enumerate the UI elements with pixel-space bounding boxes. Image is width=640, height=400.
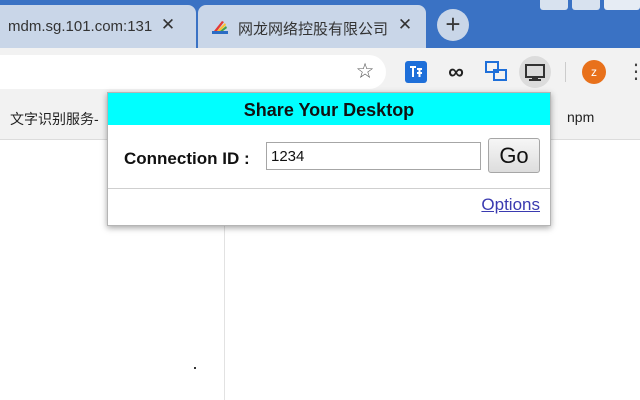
options-link[interactable]: Options [481, 195, 540, 215]
maximize-button[interactable] [572, 0, 600, 10]
share-desktop-extension-button[interactable] [519, 56, 551, 88]
popup-title: Share Your Desktop [243, 100, 415, 120]
popup-divider [108, 188, 550, 189]
browser-window: mdm.sg.101.com:131 ✕ 网龙网络控股有限公司 ✕ + ☆ ∞ [0, 0, 640, 400]
profile-avatar[interactable]: z [582, 60, 606, 84]
bookmark-item-npm[interactable]: npm [567, 109, 594, 125]
tab-mdm[interactable]: mdm.sg.101.com:131 ✕ [0, 5, 196, 48]
close-window-button[interactable] [604, 0, 640, 10]
close-tab-icon[interactable]: ✕ [158, 15, 178, 35]
bookmark-item-ocr[interactable]: 文字识别服务- [10, 109, 105, 129]
popup-header: Share Your Desktop [108, 93, 550, 125]
desktop-icon [525, 64, 545, 81]
more-menu-icon[interactable]: ⋮ [626, 60, 640, 84]
share-desktop-popup: Share Your Desktop Connection ID : Go Op… [107, 92, 551, 226]
tab-strip: mdm.sg.101.com:131 ✕ 网龙网络控股有限公司 ✕ + [0, 0, 640, 48]
translate-icon[interactable] [404, 60, 428, 84]
bookmark-star-icon[interactable]: ☆ [354, 61, 376, 83]
minimize-button[interactable] [540, 0, 568, 10]
toolbar: ☆ ∞ z ⋮ [0, 48, 640, 96]
screen-share-icon[interactable] [484, 60, 508, 84]
tab-title: 网龙网络控股有限公司 [238, 21, 388, 38]
address-bar[interactable]: ☆ [0, 55, 386, 89]
tab-netdragon[interactable]: 网龙网络控股有限公司 ✕ [198, 5, 426, 48]
connection-id-input[interactable] [266, 142, 481, 170]
go-button[interactable]: Go [488, 138, 540, 173]
toolbar-separator [565, 62, 566, 82]
close-tab-icon[interactable]: ✕ [395, 15, 415, 35]
connection-id-label: Connection ID : [124, 149, 250, 168]
stray-dot [194, 367, 196, 369]
colorful-logo-icon [212, 21, 228, 34]
new-tab-button[interactable]: + [437, 9, 469, 41]
tab-title: mdm.sg.101.com:131 [8, 18, 153, 35]
infinity-icon[interactable]: ∞ [444, 60, 468, 84]
